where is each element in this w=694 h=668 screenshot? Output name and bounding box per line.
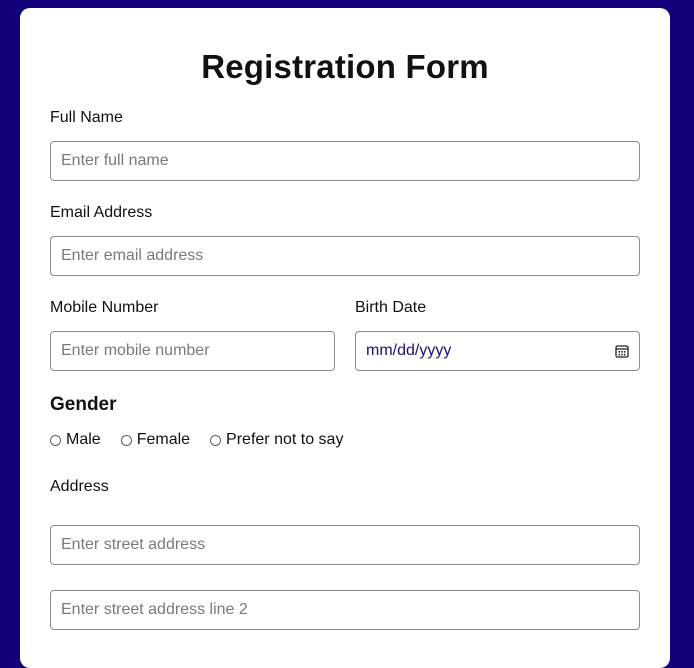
female-label: Female xyxy=(136,431,191,448)
gender-heading: Gender xyxy=(50,394,117,415)
street-address-line2-placeholder: Enter street address line 2 xyxy=(61,601,248,618)
email-label: Email Address xyxy=(50,204,153,221)
registration-form-card: Registration Form Full Name Enter full n… xyxy=(20,8,670,668)
gender-option-male[interactable]: Male xyxy=(50,431,101,449)
email-placeholder: Enter email address xyxy=(61,247,204,264)
male-label: Male xyxy=(66,431,101,448)
full-name-input[interactable]: Enter full name xyxy=(50,141,640,181)
address-label: Address xyxy=(50,478,109,495)
gender-option-prefer-not[interactable]: Prefer not to say xyxy=(210,431,343,449)
gender-option-female[interactable]: Female xyxy=(120,431,191,449)
mobile-input[interactable]: Enter mobile number xyxy=(50,331,335,371)
calendar-icon[interactable] xyxy=(615,344,629,358)
form-title: Registration Form xyxy=(201,48,489,85)
birth-date-label: Birth Date xyxy=(355,299,427,316)
birth-date-placeholder: mm/dd/yyyy xyxy=(366,342,452,359)
gender-radio-group: Male Female Prefer not to say xyxy=(50,431,363,449)
street-address-line2-input[interactable]: Enter street address line 2 xyxy=(50,590,640,630)
male-radio[interactable] xyxy=(50,434,61,446)
female-radio[interactable] xyxy=(120,434,132,446)
street-address-placeholder: Enter street address xyxy=(61,536,206,553)
full-name-label: Full Name xyxy=(50,109,123,126)
street-address-input[interactable]: Enter street address xyxy=(50,525,640,565)
prefer-not-radio[interactable] xyxy=(210,434,222,446)
mobile-label: Mobile Number xyxy=(50,299,159,316)
birth-date-input[interactable]: mm/dd/yyyy xyxy=(355,331,640,371)
full-name-placeholder: Enter full name xyxy=(61,152,169,169)
email-input[interactable]: Enter email address xyxy=(50,236,640,276)
prefer-not-label: Prefer not to say xyxy=(226,431,344,448)
mobile-placeholder: Enter mobile number xyxy=(61,342,210,359)
